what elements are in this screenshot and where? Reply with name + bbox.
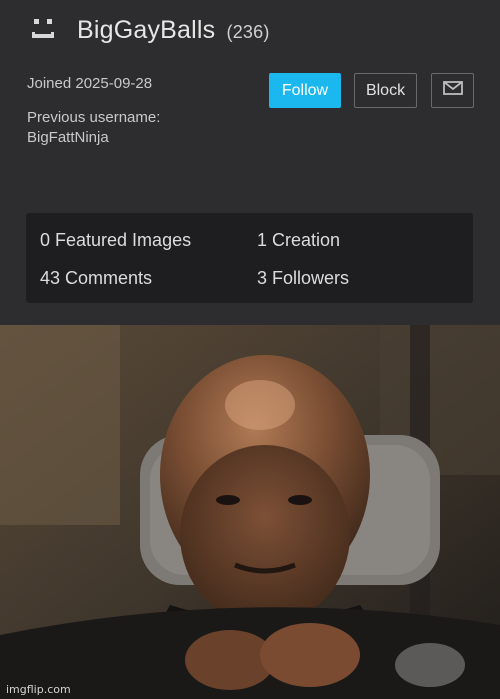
featured-images-stat[interactable]: 0 Featured Images	[40, 230, 191, 251]
username: BigGayBalls	[77, 16, 216, 44]
envelope-icon	[442, 80, 463, 101]
block-button[interactable]: Block	[354, 73, 417, 108]
follow-button[interactable]: Follow	[269, 73, 341, 108]
previous-username: BigFattNinja	[27, 129, 109, 146]
profile-header: BigGayBalls (236) Joined 2025-09-28 Prev…	[0, 0, 500, 325]
meme-photo: imgflip.com	[0, 325, 500, 699]
previous-username-label: Previous username:	[27, 109, 161, 126]
message-button[interactable]	[431, 73, 474, 108]
watermark: imgflip.com	[6, 683, 71, 696]
comments-stat[interactable]: 43 Comments	[40, 268, 152, 289]
stats-panel: 0 Featured Images 1 Creation 43 Comments…	[26, 213, 473, 303]
joined-date: Joined 2025-09-28	[27, 75, 153, 92]
followers-stat[interactable]: 3 Followers	[257, 268, 349, 289]
creations-stat[interactable]: 1 Creation	[257, 230, 340, 251]
profile-title: BigGayBalls (236)	[77, 16, 270, 45]
user-points: (236)	[226, 22, 270, 42]
face-icon	[32, 17, 56, 41]
